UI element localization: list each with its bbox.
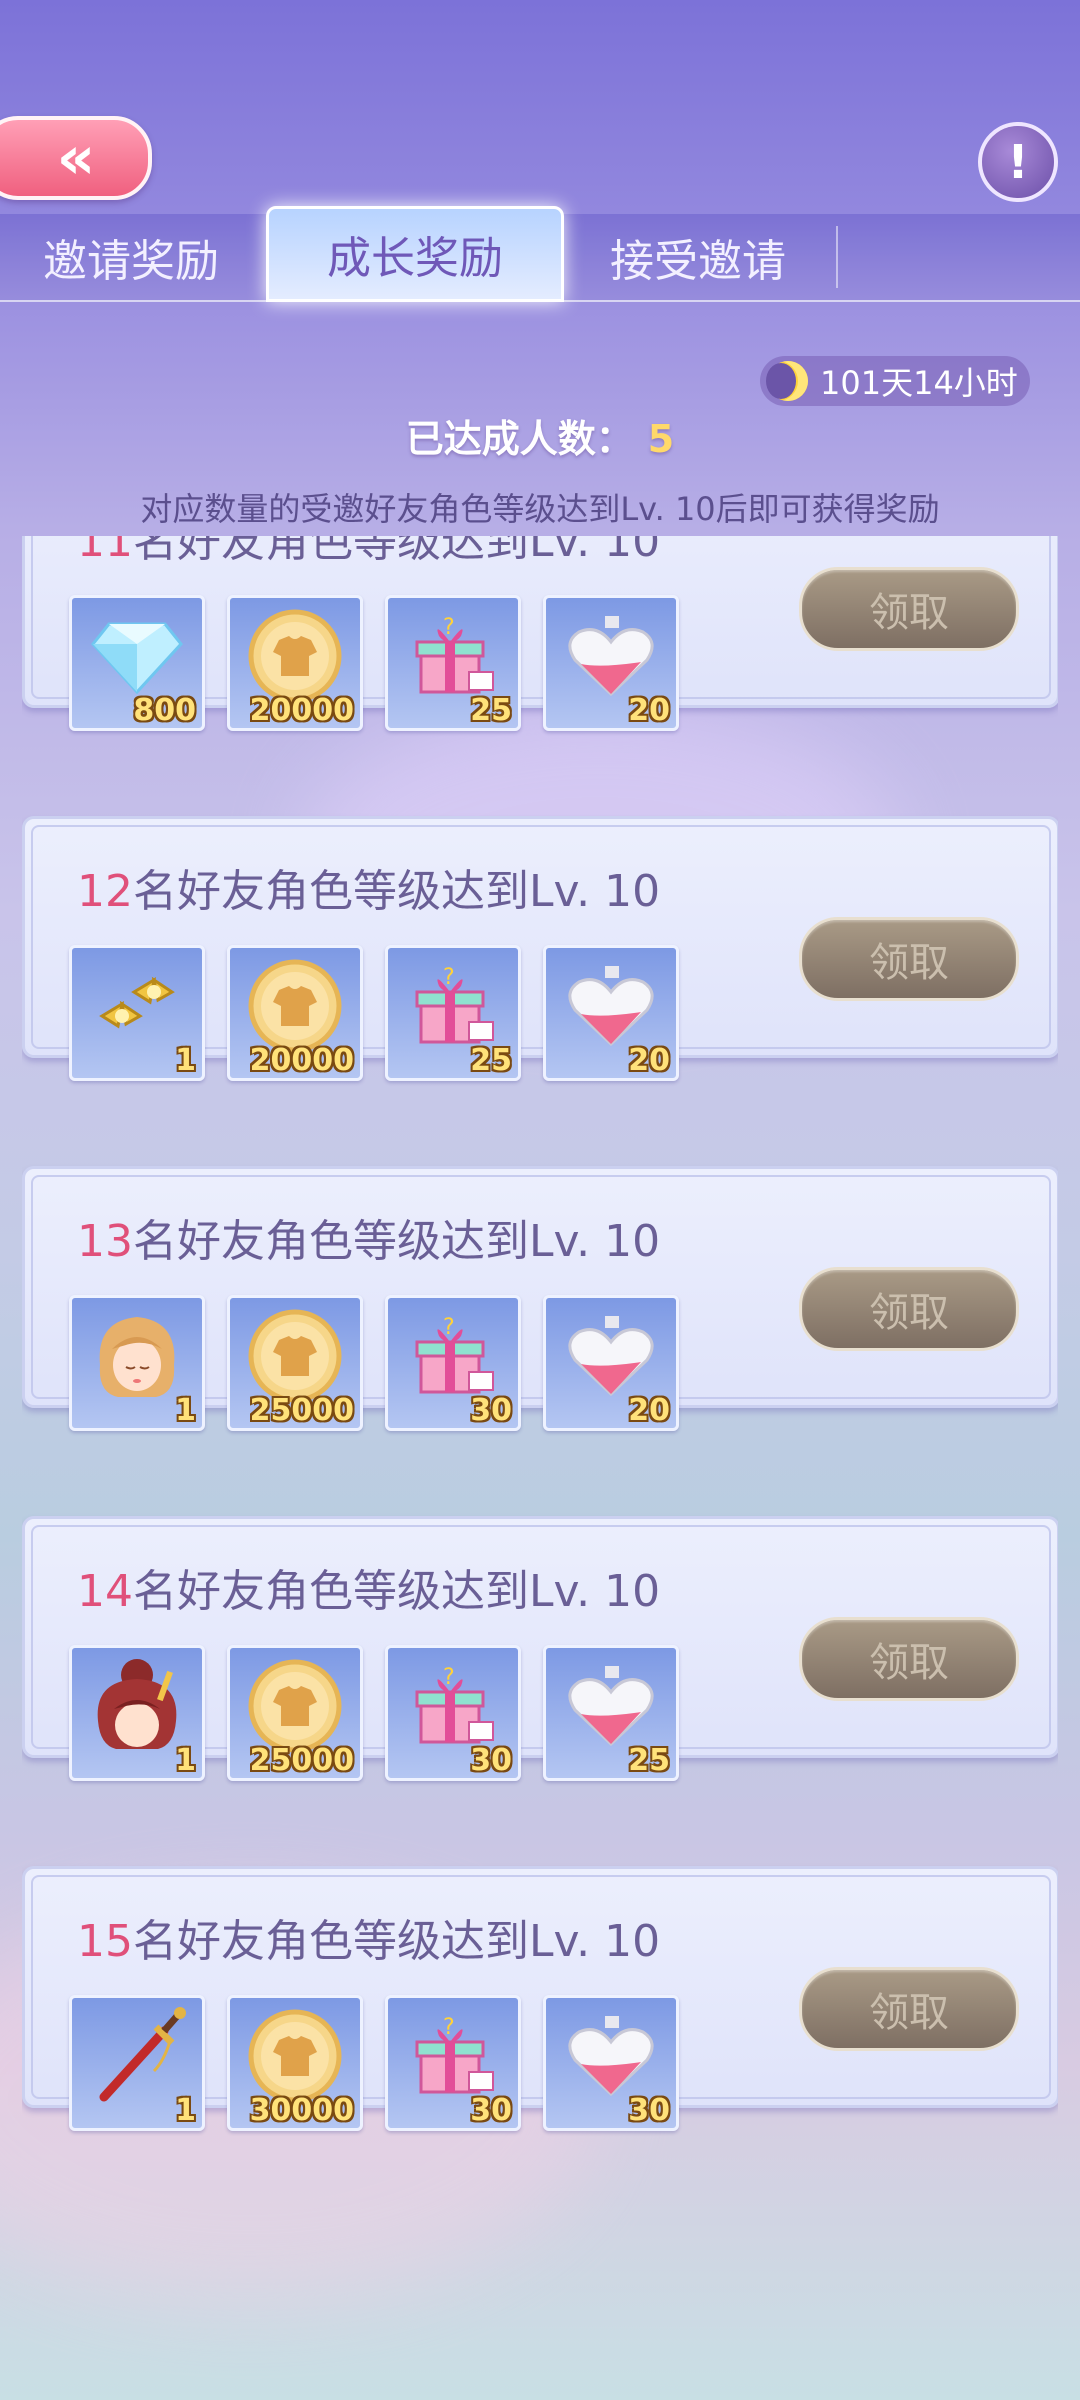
info-button[interactable]: ! — [978, 122, 1058, 202]
reward-items: 800 20000? 25 20 — [69, 595, 679, 731]
reward-items: 1 20000? 25 20 — [69, 945, 679, 1081]
item-quantity: 25 — [470, 693, 512, 728]
condition-text: 名好友角色等级达到Lv. 10 — [133, 536, 661, 567]
tab-invite-rewards[interactable]: 邀请奖励 — [0, 214, 262, 300]
reward-item[interactable]: ? 30 — [385, 1995, 521, 2131]
tab-divider — [836, 226, 838, 288]
reward-item[interactable]: 30000 — [227, 1995, 363, 2131]
friend-count: 14 — [77, 1566, 133, 1617]
reward-condition: 14名好友角色等级达到Lv. 10 — [77, 1555, 660, 1619]
item-quantity: 30 — [470, 1743, 512, 1778]
condition-text: 名好友角色等级达到Lv. 10 — [133, 1566, 661, 1617]
reward-card: 15名好友角色等级达到Lv. 10 1 30000? 30 30 领取 — [22, 1866, 1058, 2131]
achieved-value: 5 — [647, 417, 675, 461]
item-quantity: 20 — [628, 1043, 670, 1078]
reward-card: 14名好友角色等级达到Lv. 10 1 25000? 30 25 领取 — [22, 1516, 1058, 1781]
item-quantity: 30 — [470, 1393, 512, 1428]
event-timer: 101天14小时 — [760, 356, 1030, 406]
svg-text:?: ? — [443, 615, 455, 640]
svg-text:?: ? — [443, 965, 455, 990]
reward-item[interactable]: 30 — [543, 1995, 679, 2131]
diamond-icon — [89, 616, 185, 700]
item-quantity: 25 — [628, 1743, 670, 1778]
reward-items: 1 25000? 30 25 — [69, 1645, 679, 1781]
reward-item[interactable]: 25 — [543, 1645, 679, 1781]
achieved-count: 已达成人数： 5 — [0, 408, 1080, 463]
reward-items: 1 30000? 30 30 — [69, 1995, 679, 2131]
item-quantity: 20000 — [249, 693, 354, 728]
reward-card: 11名好友角色等级达到Lv. 10 800 20000? 25 20 领取 — [22, 536, 1058, 731]
claim-button[interactable]: 领取 — [799, 567, 1019, 651]
condition-text: 名好友角色等级达到Lv. 10 — [133, 1216, 661, 1267]
reward-item[interactable]: 1 — [69, 1995, 205, 2131]
friend-count: 12 — [77, 866, 133, 917]
condition-text: 名好友角色等级达到Lv. 10 — [133, 866, 661, 917]
reward-item[interactable]: ? 30 — [385, 1645, 521, 1781]
reward-list[interactable]: 11名好友角色等级达到Lv. 10 800 20000? 25 20 领取 12名好友角色等… — [22, 536, 1058, 2196]
reward-item[interactable]: 20000 — [227, 945, 363, 1081]
reward-condition: 15名好友角色等级达到Lv. 10 — [77, 1905, 660, 1969]
reward-item[interactable]: 1 — [69, 1295, 205, 1431]
reward-item[interactable]: 20 — [543, 945, 679, 1081]
item-quantity: 30 — [470, 2093, 512, 2128]
reward-item[interactable]: ? 25 — [385, 595, 521, 731]
reward-condition: 13名好友角色等级达到Lv. 10 — [77, 1205, 660, 1269]
svg-text:?: ? — [443, 2015, 455, 2040]
tab-accept-invite[interactable]: 接受邀请 — [560, 214, 836, 300]
item-quantity: 30 — [628, 2093, 670, 2128]
item-quantity: 1 — [175, 2093, 196, 2128]
friend-count: 11 — [77, 536, 133, 567]
reward-items: 1 25000? 30 20 — [69, 1295, 679, 1431]
timer-text: 101天14小时 — [820, 364, 1018, 402]
reward-item[interactable]: 20 — [543, 1295, 679, 1431]
exclamation-icon: ! — [1007, 135, 1029, 189]
item-quantity: 25 — [470, 1043, 512, 1078]
achieved-label: 已达成人数： — [405, 417, 634, 461]
reward-item[interactable]: 20 — [543, 595, 679, 731]
reward-card: 12名好友角色等级达到Lv. 10 1 20000? 25 20 领取 — [22, 816, 1058, 1081]
reward-condition: 11名好友角色等级达到Lv. 10 — [77, 536, 660, 569]
reward-description: 对应数量的受邀好友角色等级达到Lv. 10后即可获得奖励 — [140, 490, 940, 528]
claim-button[interactable]: 领取 — [799, 1967, 1019, 2051]
reward-item[interactable]: 25000 — [227, 1645, 363, 1781]
condition-text: 名好友角色等级达到Lv. 10 — [133, 1916, 661, 1967]
friend-count: 13 — [77, 1216, 133, 1267]
back-button[interactable]: « — [0, 116, 152, 200]
reward-item[interactable]: ? 30 — [385, 1295, 521, 1431]
claim-button[interactable]: 领取 — [799, 1617, 1019, 1701]
reward-item[interactable]: 25000 — [227, 1295, 363, 1431]
tab-bar: 邀请奖励 成长奖励 接受邀请 — [0, 206, 1080, 302]
item-quantity: 30000 — [249, 2093, 354, 2128]
moon-icon — [766, 361, 808, 401]
reward-item[interactable]: 1 — [69, 1645, 205, 1781]
reward-condition: 12名好友角色等级达到Lv. 10 — [77, 855, 660, 919]
reward-item[interactable]: 1 — [69, 945, 205, 1081]
double-chevron-left-icon: « — [56, 123, 96, 193]
item-quantity: 1 — [175, 1393, 196, 1428]
item-quantity: 20000 — [249, 1043, 354, 1078]
friend-count: 15 — [77, 1916, 133, 1967]
item-quantity: 25000 — [249, 1743, 354, 1778]
item-quantity: 800 — [133, 693, 196, 728]
item-quantity: 1 — [175, 1043, 196, 1078]
item-quantity: 1 — [175, 1743, 196, 1778]
reward-item[interactable]: 20000 — [227, 595, 363, 731]
item-quantity: 20 — [628, 1393, 670, 1428]
reward-card: 13名好友角色等级达到Lv. 10 1 25000? 30 20 领取 — [22, 1166, 1058, 1431]
reward-item[interactable]: 800 — [69, 595, 205, 731]
claim-button[interactable]: 领取 — [799, 1267, 1019, 1351]
tab-growth-rewards[interactable]: 成长奖励 — [266, 206, 564, 302]
item-quantity: 25000 — [249, 1393, 354, 1428]
reward-item[interactable]: ? 25 — [385, 945, 521, 1081]
claim-button[interactable]: 领取 — [799, 917, 1019, 1001]
item-quantity: 20 — [628, 693, 670, 728]
svg-text:?: ? — [443, 1315, 455, 1340]
svg-text:?: ? — [443, 1665, 455, 1690]
